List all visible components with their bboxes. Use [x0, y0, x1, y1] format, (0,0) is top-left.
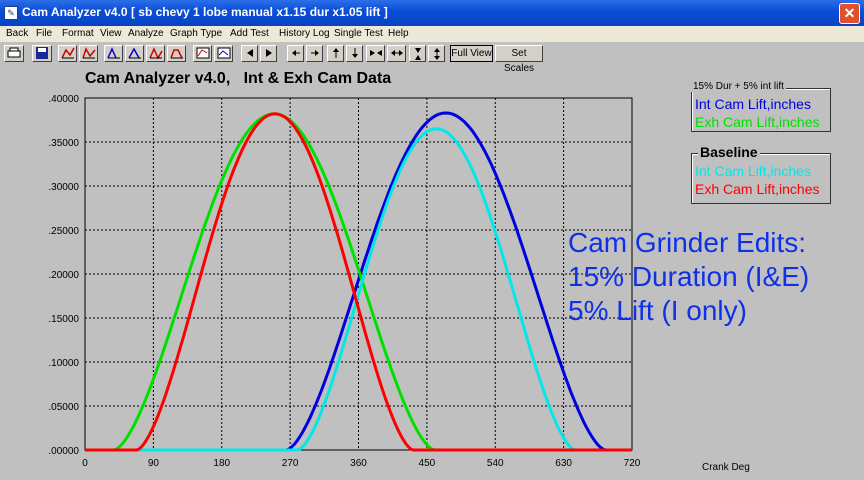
save-button[interactable]	[32, 45, 52, 62]
x-tick-label: 90	[148, 458, 160, 469]
y-tick-label: .20000	[48, 270, 79, 281]
legend-group-title: Baseline	[698, 144, 760, 160]
graph-icon	[60, 47, 75, 59]
graph-icon	[106, 47, 120, 59]
legend-group-baseline: Baseline Int Cam Lift,inches Exh Cam Lif…	[691, 144, 831, 204]
chart-title: Cam Analyzer v4.0, Int & Exh Cam Data	[85, 70, 392, 87]
y-tick-label: .35000	[48, 138, 79, 149]
legend-entry-int-baseline: Int Cam Lift,inches	[695, 163, 811, 179]
annotation-line-1: Cam Grinder Edits:	[568, 227, 807, 258]
graph-button-2[interactable]	[79, 45, 98, 62]
x-tick-label: 270	[282, 458, 299, 469]
legend-entry-int-modified: Int Cam Lift,inches	[695, 96, 811, 112]
x-tick-label: 0	[82, 458, 88, 469]
arrow-right-icon	[310, 50, 319, 56]
zoom-out-vertical-button[interactable]	[428, 45, 445, 62]
menu-back[interactable]: Back	[6, 28, 28, 39]
x-tick-label: 720	[624, 458, 641, 469]
window-title: Cam Analyzer v4.0 [ sb chevy 1 lobe manu…	[22, 5, 388, 19]
legend-entry-exh-baseline: Exh Cam Lift,inches	[695, 181, 820, 197]
annotation-line-3: 5% Lift (I only)	[568, 295, 747, 326]
plot-area: 0 90 180 270 360 450 540 630 720 .00000 .05000 .100…	[48, 94, 749, 473]
full-view-button[interactable]: Full View	[450, 45, 493, 62]
close-button[interactable]: ✕	[839, 3, 860, 24]
print-button[interactable]	[4, 45, 24, 62]
title-bar: ✎ Cam Analyzer v4.0 [ sb chevy 1 lobe ma…	[0, 0, 864, 26]
menu-file[interactable]: File	[36, 28, 52, 39]
series-line-baseline-int	[85, 127, 632, 452]
legend-group-title: 15% Dur + 5% int lift	[691, 81, 786, 92]
x-tick-label: 540	[487, 458, 504, 469]
x-tick-label: 630	[555, 458, 572, 469]
pan-down-button[interactable]	[346, 45, 363, 62]
x-tick-label: 180	[213, 458, 230, 469]
graph-icon	[169, 49, 183, 59]
zoom-in-horizontal-button[interactable]	[366, 45, 385, 62]
y-tick-label: .30000	[48, 182, 79, 193]
arrow-left-icon	[291, 50, 300, 56]
scroll-left-button[interactable]	[241, 45, 258, 62]
arrow-right-icon	[265, 49, 272, 57]
menu-view[interactable]: View	[100, 28, 122, 39]
annotation-text: Cam Grinder Edits: 15% Duration (I&E) 5%…	[568, 226, 809, 328]
x-tick-label: 360	[350, 458, 367, 469]
y-tick-label: .05000	[48, 402, 79, 413]
app-icon: ✎	[4, 6, 18, 20]
graph-button-1[interactable]	[58, 45, 77, 62]
zoom-in-vertical-button[interactable]	[409, 45, 426, 62]
y-tick-label: .00000	[48, 446, 79, 457]
legend-entry-exh-modified: Exh Cam Lift,inches	[695, 114, 820, 130]
y-tick-label: .10000	[48, 358, 79, 369]
graph-icon	[217, 47, 230, 59]
x-axis-label: Crank Deg	[702, 462, 750, 473]
graph-button-5[interactable]	[146, 45, 165, 62]
menu-graph-type[interactable]: Graph Type	[170, 28, 222, 39]
graph-button-6[interactable]	[167, 45, 186, 62]
menu-history-log[interactable]: History Log	[279, 28, 330, 39]
graph-button-4[interactable]	[125, 45, 144, 62]
zoom-out-horizontal-button[interactable]	[387, 45, 406, 62]
expand-horizontal-icon	[390, 50, 403, 56]
graph-button-3[interactable]	[104, 45, 123, 62]
pan-up-button[interactable]	[327, 45, 344, 62]
printer-icon	[7, 47, 21, 58]
floppy-icon	[36, 47, 48, 59]
pan-right-button[interactable]	[306, 45, 323, 62]
compress-vertical-icon	[414, 48, 421, 60]
arrow-down-icon	[351, 48, 358, 58]
graph-icon	[127, 47, 141, 59]
compress-horizontal-icon	[369, 50, 382, 56]
graph-icon	[196, 47, 209, 59]
menu-analyze[interactable]: Analyze	[128, 28, 164, 39]
menu-format[interactable]: Format	[62, 28, 94, 39]
pan-left-button[interactable]	[287, 45, 304, 62]
graph-button-7[interactable]	[193, 45, 212, 62]
menu-help[interactable]: Help	[388, 28, 409, 39]
expand-vertical-icon	[433, 48, 440, 60]
set-scales-button[interactable]: Set Scales	[495, 45, 543, 74]
scroll-right-button[interactable]	[260, 45, 277, 62]
menu-add-test[interactable]: Add Test	[230, 28, 269, 39]
arrow-left-icon	[246, 49, 253, 57]
graph-icon	[148, 47, 163, 59]
y-tick-label: .40000	[48, 94, 79, 105]
graph-icon	[81, 47, 96, 59]
y-tick-label: .15000	[48, 314, 79, 325]
legend-group-modified: 15% Dur + 5% int lift Int Cam Lift,inche…	[691, 81, 831, 132]
y-tick-label: .25000	[48, 226, 79, 237]
menu-bar: Back File Format View Analyze Graph Type…	[0, 26, 864, 42]
cam-lift-chart: 0 90 180 270 360 450 540 630 720 .00000 .05000 .100…	[48, 94, 749, 473]
x-tick-label: 450	[419, 458, 436, 469]
menu-single-test[interactable]: Single Test	[334, 28, 383, 39]
toolbar: Full View Set Scales	[0, 43, 864, 74]
graph-button-8[interactable]	[214, 45, 233, 62]
arrow-up-icon	[332, 48, 339, 58]
annotation-line-2: 15% Duration (I&E)	[568, 261, 810, 292]
